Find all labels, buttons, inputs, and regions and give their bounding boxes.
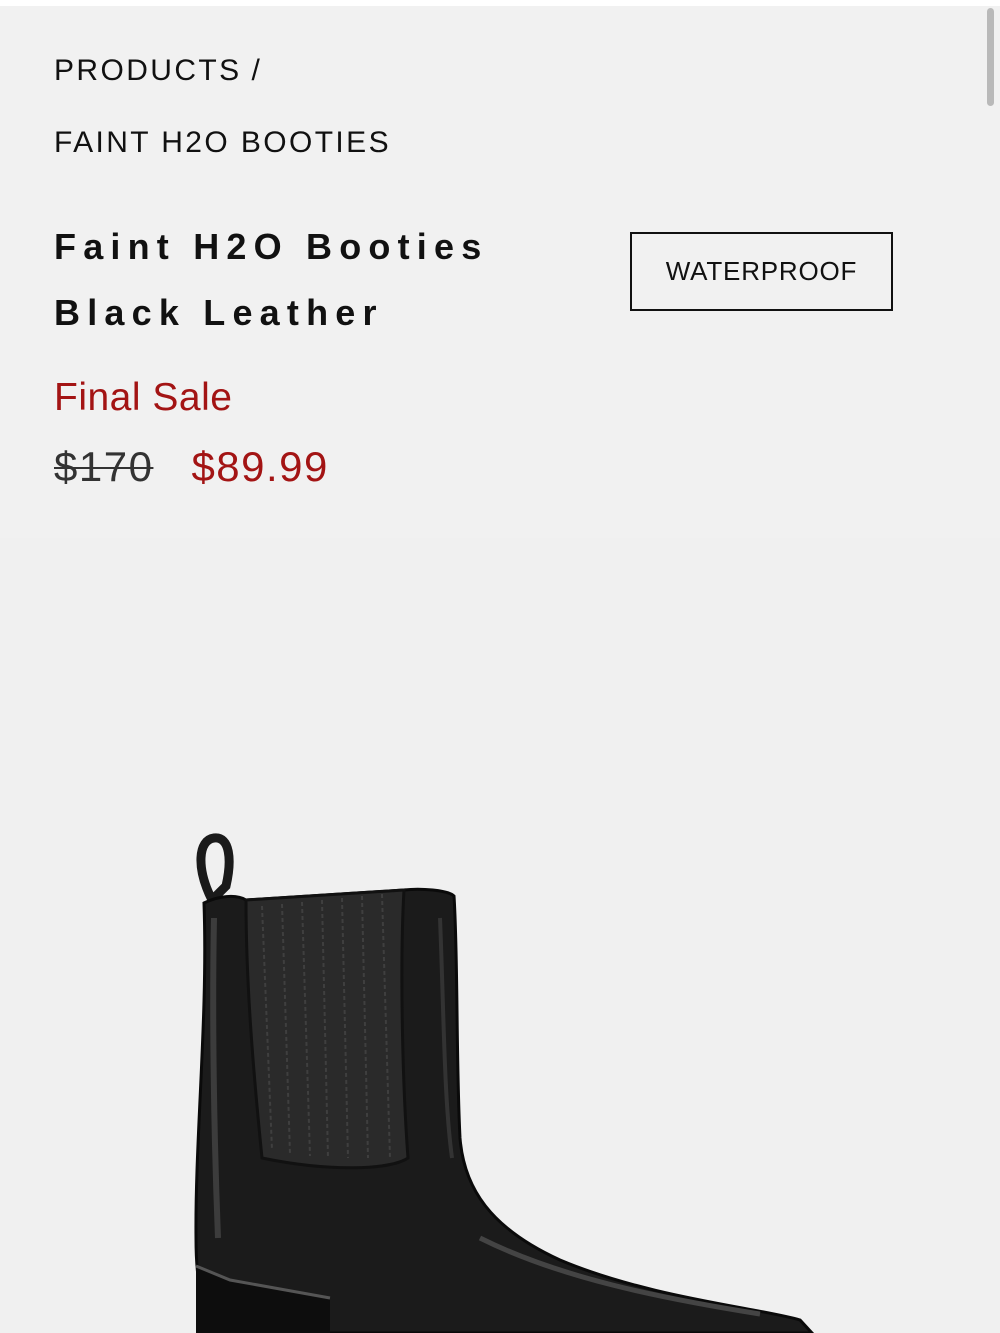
ankle-boot-image: [194, 833, 815, 1333]
scrollbar[interactable]: [987, 8, 994, 106]
final-sale-label: Final Sale: [54, 376, 233, 419]
breadcrumb: PRODUCTS / FAINT H2O BOOTIES: [54, 52, 391, 162]
breadcrumb-current-link[interactable]: FAINT H2O BOOTIES: [54, 124, 391, 162]
breadcrumb-products-link[interactable]: PRODUCTS /: [54, 52, 391, 90]
product-color: Black Leather: [54, 292, 384, 333]
sale-price: $89.99: [191, 443, 329, 490]
waterproof-badge[interactable]: WATERPROOF: [630, 232, 893, 311]
product-name: Faint H2O Booties: [54, 226, 489, 267]
product-title: Faint H2O Booties Black Leather: [54, 214, 488, 346]
product-image[interactable]: [0, 538, 1000, 1333]
price-block: $170 $89.99: [54, 443, 329, 491]
breadcrumb-root-label: PRODUCTS: [54, 54, 242, 87]
original-price: $170: [54, 443, 154, 490]
breadcrumb-separator: /: [251, 54, 263, 87]
top-divider: [0, 0, 1000, 6]
product-page: PRODUCTS / FAINT H2O BOOTIES Faint H2O Bo…: [0, 0, 1000, 1333]
